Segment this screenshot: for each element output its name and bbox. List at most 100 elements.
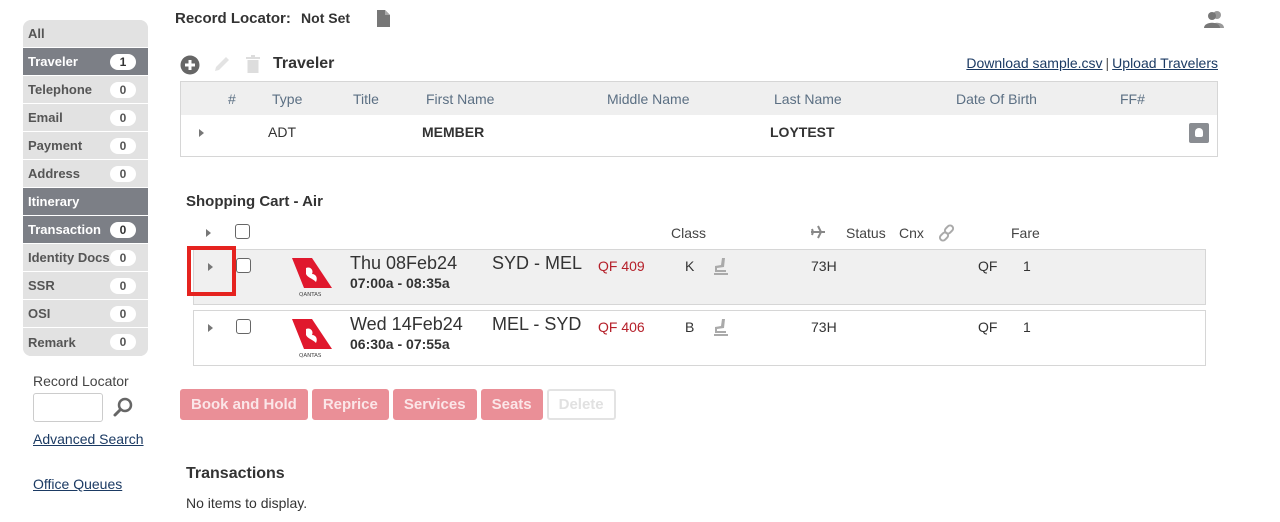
flight-number: QF 409 (598, 258, 645, 274)
record-locator-input[interactable] (33, 393, 103, 422)
sidebar-item-all[interactable]: All (23, 20, 148, 48)
fare-value: 1 (1023, 258, 1031, 274)
delete-button[interactable]: Delete (546, 389, 616, 420)
flight-segment[interactable]: QANTAS Thu 08Feb24 07:00a - 08:35a SYD -… (193, 249, 1206, 305)
sidebar-item-label: Identity Docs (28, 250, 110, 265)
svg-text:QANTAS: QANTAS (299, 292, 322, 298)
col-title: Title (353, 91, 379, 107)
seat-icon[interactable] (713, 318, 729, 336)
count-badge: 0 (110, 249, 136, 266)
services-button[interactable]: Services (392, 389, 477, 420)
sidebar-item-traveler[interactable]: Traveler 1 (23, 48, 148, 76)
document-icon[interactable] (377, 10, 390, 27)
cell-first-name: MEMBER (422, 124, 485, 140)
fare-value: 1 (1023, 319, 1031, 335)
cell-last-name: LOYTEST (770, 124, 835, 140)
booking-class: K (685, 258, 695, 274)
sidebar-item-ssr[interactable]: SSR 0 (23, 272, 148, 300)
sidebar-item-telephone[interactable]: Telephone 0 (23, 76, 148, 104)
count-badge: 0 (110, 305, 136, 322)
qantas-logo-icon: QANTAS (292, 258, 332, 298)
sidebar-item-identity-docs[interactable]: Identity Docs 0 (23, 244, 148, 272)
col-ff-number: FF# (1120, 91, 1145, 107)
transactions-title: Transactions (186, 465, 285, 482)
sidebar-item-label: Payment (28, 138, 83, 153)
segment-route: MEL - SYD (492, 314, 582, 334)
segment-checkbox[interactable] (236, 258, 251, 273)
expand-row-icon[interactable] (199, 129, 204, 137)
sidebar-item-address[interactable]: Address 0 (23, 160, 148, 188)
equipment: 73H (811, 258, 837, 274)
flight-number: QF 406 (598, 319, 645, 335)
svg-text:QANTAS: QANTAS (299, 353, 322, 359)
equipment: 73H (811, 319, 837, 335)
record-locator-header-value: Not Set (301, 10, 351, 26)
sidebar-item-label: Remark (28, 334, 76, 350)
sidebar-item-osi[interactable]: OSI 0 (23, 300, 148, 328)
sidebar-item-email[interactable]: Email 0 (23, 104, 148, 132)
col-fare: Fare (1011, 225, 1040, 241)
count-badge: 0 (110, 277, 136, 294)
count-badge: 0 (110, 81, 136, 98)
download-sample-csv-link[interactable]: Download sample.csv (966, 55, 1102, 71)
seats-button[interactable]: Seats (480, 389, 543, 420)
users-icon[interactable] (1203, 10, 1225, 28)
qantas-logo-icon: QANTAS (292, 319, 332, 359)
sidebar-item-label: Telephone (28, 82, 93, 97)
delete-traveler-icon[interactable] (246, 55, 260, 73)
sidebar-item-label: OSI (28, 306, 51, 321)
sidebar-item-itinerary[interactable]: Itinerary (23, 188, 148, 216)
col-cnx: Cnx (899, 225, 924, 241)
reprice-button[interactable]: Reprice (311, 389, 389, 420)
segment-time: 07:00a - 08:35a (350, 275, 450, 291)
traveler-table: # Type Title First Name Middle Name Last… (180, 81, 1218, 157)
flight-segment[interactable]: QANTAS Wed 14Feb24 06:30a - 07:55a MEL -… (193, 310, 1206, 366)
select-all-checkbox[interactable] (235, 224, 250, 239)
count-badge: 0 (110, 221, 136, 238)
col-date-of-birth: Date Of Birth (956, 91, 1037, 107)
fare-carrier: QF (978, 258, 998, 274)
search-icon[interactable] (112, 396, 134, 418)
edit-traveler-icon[interactable] (213, 55, 231, 73)
expand-segment-icon[interactable] (208, 324, 213, 332)
col-first-name: First Name (426, 91, 495, 107)
count-badge: 0 (110, 165, 136, 182)
add-traveler-icon[interactable] (180, 55, 200, 75)
record-locator-header: Record Locator: Not Set (175, 10, 350, 27)
sidebar-item-transaction[interactable]: Transaction 0 (23, 216, 148, 244)
sidebar-item-label: All (28, 26, 45, 41)
link-icon (938, 224, 955, 242)
link-separator: | (1105, 55, 1110, 71)
col-middle-name: Middle Name (607, 91, 690, 107)
cart-action-bar: Book and Hold Reprice Services Seats Del… (180, 389, 616, 420)
cell-type: ADT (268, 124, 296, 140)
office-queues-link[interactable]: Office Queues (33, 476, 122, 492)
seat-icon[interactable] (713, 257, 729, 275)
advanced-search-link[interactable]: Advanced Search (33, 431, 144, 447)
record-locator-header-label: Record Locator: (175, 10, 291, 27)
sidebar-item-label: Itinerary (28, 194, 80, 209)
plane-icon (811, 225, 825, 239)
shopping-cart-title: Shopping Cart - Air (186, 193, 323, 210)
traveler-table-header: # Type Title First Name Middle Name Last… (181, 82, 1217, 115)
sidebar-item-payment[interactable]: Payment 0 (23, 132, 148, 160)
segment-date: Thu 08Feb24 (350, 253, 458, 273)
sidebar-item-remark[interactable]: Remark 0 (23, 328, 148, 356)
record-locator-label: Record Locator (33, 373, 129, 389)
expand-all-icon[interactable] (206, 229, 211, 237)
col-type: Type (272, 91, 303, 107)
count-badge: 0 (110, 137, 136, 154)
ff-details-icon[interactable] (1189, 123, 1209, 143)
sidebar-item-label: Address (28, 166, 81, 181)
segment-route: SYD - MEL (492, 253, 583, 273)
sidebar-item-label: Traveler (28, 54, 78, 69)
col-status: Status (846, 225, 886, 241)
sidebar-item-label: Email (28, 110, 63, 125)
count-badge: 1 (110, 53, 136, 70)
segment-checkbox[interactable] (236, 319, 251, 334)
book-and-hold-button[interactable]: Book and Hold (180, 389, 308, 420)
traveler-heading: Traveler (273, 55, 335, 72)
upload-travelers-link[interactable]: Upload Travelers (1112, 55, 1218, 71)
sidebar: All Traveler 1 Telephone 0 Email 0 Payment 0… (23, 20, 148, 356)
col-class: Class (671, 225, 707, 241)
